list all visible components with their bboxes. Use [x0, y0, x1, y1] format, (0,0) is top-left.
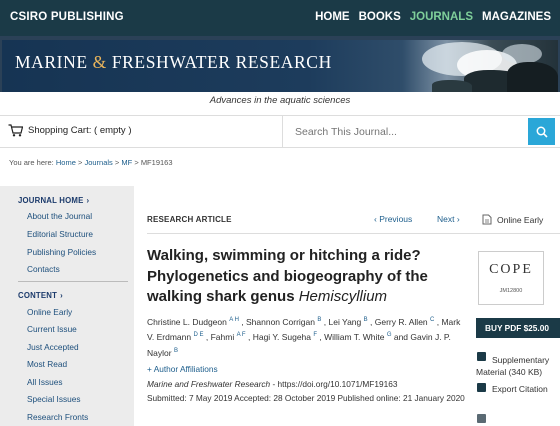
- sidebar-heading-content[interactable]: CONTENT ›: [18, 291, 63, 300]
- nav-books[interactable]: BOOKS: [359, 11, 401, 23]
- cart-icon: [8, 124, 23, 137]
- share-icon: [477, 414, 486, 423]
- sidebar-item-current-issue[interactable]: Current Issue: [27, 324, 77, 334]
- article-title-genus: Hemiscyllium: [298, 288, 388, 305]
- article-title: Walking, swimming or hitching a ride? Ph…: [147, 246, 457, 308]
- sidebar-item-policies[interactable]: Publishing Policies: [27, 247, 96, 257]
- buy-pdf-button[interactable]: BUY PDF $25.00: [476, 318, 560, 338]
- next-link[interactable]: Next ›: [437, 214, 460, 224]
- previous-label: Previous: [379, 214, 413, 224]
- author-affil-marker: A F: [236, 332, 246, 339]
- publisher-logo[interactable]: CSIRO PUBLISHING: [10, 11, 124, 23]
- cart-search-bar: Shopping Cart: ( empty ): [0, 115, 560, 148]
- nav-magazines[interactable]: MAGAZINES: [482, 11, 551, 23]
- article-dates: Submitted: 7 May 2019 Accepted: 28 Octob…: [147, 392, 465, 403]
- journal-title-part2: FRESHWATER RESEARCH: [111, 52, 332, 72]
- author-name[interactable]: William T. White: [324, 332, 384, 342]
- cart-label: Shopping Cart: ( empty ): [28, 125, 132, 136]
- author-affil-marker: B: [363, 317, 368, 323]
- cope-logo-text: COPE: [489, 262, 533, 277]
- export-icon: [477, 383, 486, 392]
- citation-doi[interactable]: - https://doi.org/10.1071/MF19163: [272, 379, 397, 389]
- breadcrumb-prefix: You are here:: [9, 158, 54, 167]
- nav-journals[interactable]: JOURNALS: [410, 11, 473, 23]
- sidebar-item-online-early[interactable]: Online Early: [27, 307, 72, 317]
- sidebar-item-contacts[interactable]: Contacts: [27, 264, 60, 274]
- export-citation-link[interactable]: Export Citation: [492, 383, 548, 395]
- previous-link[interactable]: ‹ Previous: [374, 214, 412, 224]
- author-name[interactable]: Lei Yang: [328, 317, 361, 327]
- top-nav: HOME BOOKS JOURNALS MAGAZINES: [315, 11, 560, 23]
- author-affil-marker: D E: [193, 332, 204, 339]
- journal-tagline: Advances in the aquatic sciences: [209, 95, 351, 106]
- breadcrumb: You are here: Home > Journals > MF > MF1…: [9, 158, 173, 167]
- author-affil-marker: C: [430, 317, 435, 323]
- author-affiliations-toggle[interactable]: + Author Affiliations: [147, 364, 218, 374]
- author-list: Christine L. Dudgeon A H , Shannon Corri…: [147, 316, 461, 358]
- author-name[interactable]: Shannon Corrigan: [246, 317, 315, 327]
- sidebar-item-about[interactable]: About the Journal: [27, 211, 92, 221]
- sidebar-item-special-issues[interactable]: Special Issues: [27, 394, 81, 404]
- author-name[interactable]: Fahmi: [211, 332, 235, 342]
- sidebar-item-all-issues[interactable]: All Issues: [27, 377, 63, 387]
- author-name[interactable]: Gerry R. Allen: [375, 317, 428, 327]
- author-affil-marker: A H: [229, 317, 239, 323]
- journal-title-amp: &: [92, 52, 107, 72]
- chevron-right-icon: ›: [454, 214, 460, 224]
- breadcrumb-journals[interactable]: Journals: [84, 158, 112, 167]
- breadcrumb-home[interactable]: Home: [56, 158, 76, 167]
- author-name[interactable]: Christine L. Dudgeon: [147, 317, 227, 327]
- online-early-badge[interactable]: Online Early: [482, 214, 543, 225]
- chevron-right-icon: ›: [60, 291, 63, 300]
- sidebar-item-editorial[interactable]: Editorial Structure: [27, 229, 93, 239]
- breadcrumb-sep: >: [114, 158, 120, 167]
- journal-title[interactable]: MARINE & FRESHWATER RESEARCH: [15, 52, 332, 73]
- header-divider: [147, 233, 560, 234]
- sidebar-item-research-fronts[interactable]: Research Fronts: [27, 412, 88, 422]
- author-affil-marker: B: [317, 317, 322, 323]
- citation-journal: Marine and Freshwater Research: [147, 379, 271, 389]
- online-early-label: Online Early: [497, 214, 544, 225]
- author-affil-marker: F: [313, 332, 318, 339]
- breadcrumb-sep: >: [134, 158, 139, 167]
- supplementary-material-link[interactable]: Supplementary Material (340 KB): [476, 354, 560, 378]
- article-type: RESEARCH ARTICLE: [147, 215, 232, 224]
- sidebar: JOURNAL HOME › About the Journal Editoria…: [0, 186, 134, 426]
- author-affil-marker: G: [386, 332, 392, 339]
- sidebar-heading-label: CONTENT: [18, 291, 58, 300]
- journal-banner: MARINE & FRESHWATER RESEARCH: [0, 36, 560, 92]
- sidebar-heading-label: JOURNAL HOME: [18, 196, 84, 205]
- breadcrumb-sep: >: [77, 158, 83, 167]
- nav-home[interactable]: HOME: [315, 11, 350, 23]
- shopping-cart[interactable]: Shopping Cart: ( empty ): [8, 124, 132, 137]
- search-icon: [536, 126, 548, 138]
- cope-member-id: JM12800: [499, 288, 523, 294]
- sidebar-heading-journal-home[interactable]: JOURNAL HOME ›: [18, 196, 89, 205]
- sidebar-divider: [18, 281, 128, 282]
- breadcrumb-current: MF19163: [140, 158, 173, 167]
- journal-search-input[interactable]: [282, 116, 528, 147]
- next-label: Next: [437, 214, 455, 224]
- journal-title-part1: MARINE: [15, 52, 88, 72]
- author-name[interactable]: Hagi Y. Sugeha: [253, 332, 311, 342]
- top-bar: CSIRO PUBLISHING HOME BOOKS JOURNALS MAG…: [0, 0, 560, 36]
- cope-badge[interactable]: COPE JM12800: [478, 251, 544, 305]
- search-button[interactable]: [528, 118, 555, 145]
- breadcrumb-mf[interactable]: MF: [121, 158, 132, 167]
- author-affil-marker: B: [173, 347, 178, 354]
- document-icon: [482, 214, 492, 225]
- chevron-right-icon: ›: [86, 196, 90, 205]
- sidebar-item-just-accepted[interactable]: Just Accepted: [27, 342, 79, 352]
- citation-info: Marine and Freshwater Research - https:/…: [147, 378, 467, 405]
- sidebar-item-most-read[interactable]: Most Read: [27, 359, 67, 369]
